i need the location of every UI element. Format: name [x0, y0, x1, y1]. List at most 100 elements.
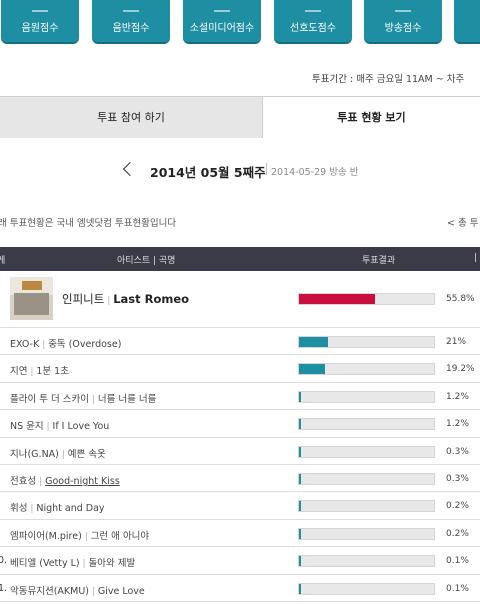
table-header: 게 아티스트 | 곡명 투표결과 | [0, 247, 480, 271]
category-button[interactable]: 방송점수 [364, 0, 442, 44]
table-row[interactable]: 0. 베티엘 (Vetty L) | 돌아와 제발 0.1% [0, 547, 480, 575]
category-label: 생방 [454, 19, 480, 34]
category-button[interactable]: 음원점수 [1, 0, 79, 44]
vote-bar [298, 336, 435, 348]
category-label: 음원점수 [21, 23, 59, 34]
divider [266, 163, 267, 175]
vote-bar-fill [299, 583, 301, 594]
separator: | [82, 559, 86, 570]
song-title[interactable]: Good-night Kiss [45, 476, 120, 487]
vote-percent: 0.2% [446, 528, 469, 539]
table-row[interactable]: 인피니트 | Last Romeo 55.8% [0, 271, 480, 328]
artist-name: 엠파이어(M.pire) [10, 530, 82, 542]
artist-song: 휘성 | Night and Day [10, 500, 105, 514]
vote-bar [298, 527, 435, 540]
vote-results-list: 인피니트 | Last Romeo 55.8% EXO-K | 중독 (Overdose) 2… [0, 271, 480, 602]
vote-bar-fill [299, 446, 301, 457]
table-row[interactable]: 엠파이어(M.pire) | 그런 애 아니야 0.2% [0, 520, 480, 548]
song-title: 중독 (Overdose) [48, 339, 122, 350]
vote-percent: 1.2% [446, 419, 469, 430]
song-title: 1분 1초 [36, 366, 69, 378]
total-vote-link[interactable]: < 총 투 [447, 215, 478, 229]
vote-period-label: 투표기간 : [312, 74, 354, 85]
rank-number: 0. [0, 555, 8, 567]
vote-bar-fill [299, 419, 301, 430]
vote-percent: 21% [446, 337, 467, 347]
header-artist-song: 아티스트 | 곡명 [117, 256, 176, 266]
artist-song: 엠파이어(M.pire) | 그런 애 아니야 [10, 528, 149, 542]
music-note-icon [32, 2, 48, 12]
category-button[interactable]: 생방 [454, 0, 480, 44]
header-extra: | [474, 253, 478, 263]
separator: | [30, 367, 34, 378]
vote-bar [298, 390, 435, 403]
rank-number: 1. [0, 582, 8, 594]
artist-name: 전효성 [10, 475, 37, 487]
tab-status[interactable]: 투표 현황 보기 [262, 97, 480, 138]
divider [0, 601, 480, 602]
vote-bar [298, 445, 435, 458]
album-thumbnail [10, 277, 53, 320]
table-row[interactable]: 지연 | 1분 1초 19.2% [0, 355, 480, 383]
table-row[interactable]: 전효성 | Good-night Kiss 0.3% [0, 465, 480, 493]
song-title: 돌아와 제발 [88, 558, 136, 570]
tab-participate[interactable]: 투표 참여 하기 [0, 97, 262, 138]
vote-percent: 0.1% [446, 556, 469, 567]
artist-song: EXO-K | 중독 (Overdose) [10, 336, 121, 350]
artist-name: 휘성 [10, 503, 28, 515]
category-label: 소셜미디어점수 [189, 23, 255, 34]
song-title: 너를 너를 너를 [97, 393, 157, 405]
table-row[interactable]: 플라이 투 더 스카이 | 너를 너를 너를 1.2% [0, 383, 480, 411]
vote-bar-fill [299, 473, 301, 484]
category-button[interactable]: 음반점수 [92, 0, 170, 44]
vote-bar [298, 582, 435, 595]
category-label: 선호도점수 [290, 23, 336, 34]
vote-bar-fill [299, 501, 301, 512]
vote-percent: 0.2% [446, 501, 469, 512]
table-row[interactable]: 지나(G.NA) | 예쁜 속옷 0.3% [0, 438, 480, 465]
header-vote-result: 투표결과 [362, 256, 396, 266]
vote-bar [298, 500, 435, 513]
table-row[interactable]: NS 윤지 | If I Love You 1.2% [0, 410, 480, 438]
table-row[interactable]: 휘성 | Night and Day 0.2% [0, 492, 480, 520]
vote-bar-fill [299, 294, 375, 304]
category-button[interactable]: 선호도점수 [274, 0, 352, 44]
song-title: Night and Day [36, 503, 105, 515]
vote-bar-fill [299, 556, 301, 567]
separator: | [61, 449, 65, 460]
vote-bar [298, 555, 435, 568]
vote-bar [298, 293, 435, 305]
song-title: Give Love [97, 585, 145, 597]
artist-name: 지나(G.NA) [10, 448, 59, 460]
broadcast-date: 2014-05-29 방송 반 [271, 167, 359, 178]
category-bar: 음원점수 음반점수 소셜미디어점수 선호도점수 방송점수 생방 [0, 0, 480, 56]
vote-period: 투표기간 : 매주 금요일 11AM ~ 차주 [312, 71, 464, 85]
separator: | [42, 340, 46, 350]
artist-song: 전효성 | Good-night Kiss [10, 473, 120, 487]
vote-bar-fill [299, 391, 301, 402]
disc-icon [123, 2, 139, 12]
separator: | [46, 422, 50, 433]
song-title: 그런 애 아니야 [90, 530, 150, 542]
artist-song: NS 윤지 | If I Love You [10, 418, 109, 432]
artist-song: 인피니트 | Last Romeo [62, 291, 189, 307]
artist-song: 플라이 투 더 스카이 | 너를 너를 너를 [10, 391, 156, 405]
vote-bar-fill [299, 528, 301, 539]
category-button[interactable]: 소셜미디어점수 [183, 0, 261, 44]
artist-name: 베티엘 (Vetty L) [10, 558, 80, 570]
vote-percent: 19.2% [446, 364, 475, 375]
chevron-left-icon[interactable] [122, 161, 138, 177]
table-row[interactable]: EXO-K | 중독 (Overdose) 21% [0, 328, 480, 356]
table-row[interactable]: 1. 악동뮤지션(AKMU) | Give Love 0.1% [0, 575, 480, 602]
artist-song: 악동뮤지션(AKMU) | Give Love [10, 583, 145, 597]
vote-bar-fill [299, 337, 328, 347]
separator: | [84, 531, 88, 542]
artist-song: 지나(G.NA) | 예쁜 속옷 [10, 446, 106, 460]
category-label: 음반점수 [112, 23, 150, 34]
song-title: Last Romeo [113, 292, 190, 306]
separator: | [91, 394, 95, 405]
category-label: 방송점수 [384, 23, 422, 34]
separator: | [39, 476, 43, 487]
vote-bar [298, 363, 435, 376]
vote-percent: 55.8% [446, 294, 475, 304]
